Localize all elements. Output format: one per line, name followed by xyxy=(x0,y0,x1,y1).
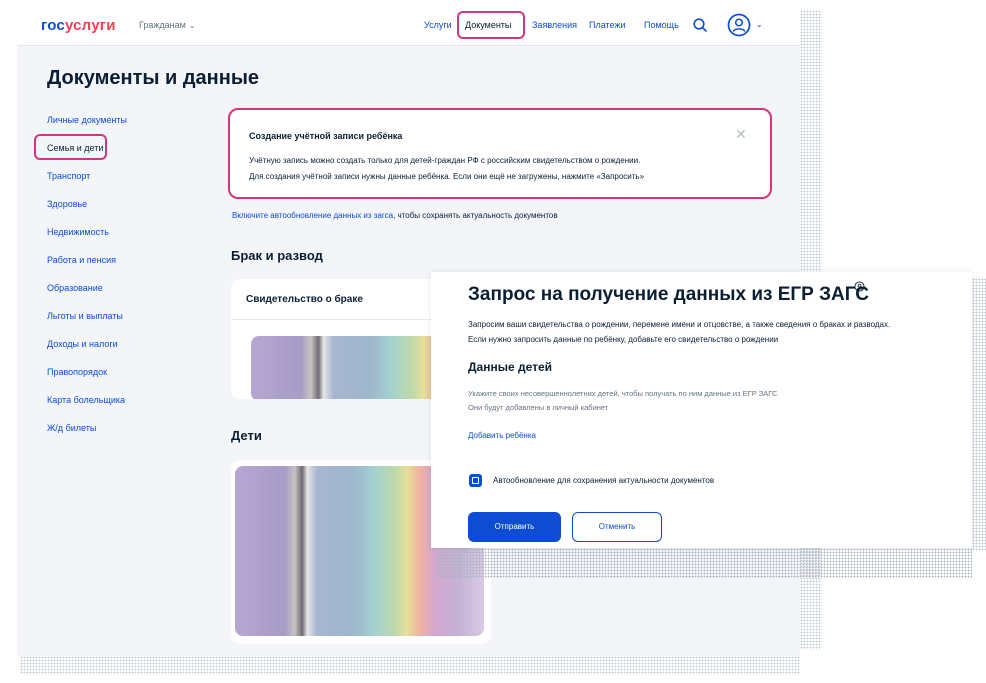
autoupdate-checkbox[interactable] xyxy=(469,474,482,487)
decorative-dots-dialog-right xyxy=(972,278,986,550)
sidebar-item-family[interactable]: Семья и дети xyxy=(47,143,103,153)
autoupdate-text: чтобы сохранять актуальность документов xyxy=(395,211,558,220)
nav-payments[interactable]: Платежи xyxy=(589,20,626,30)
sidebar-item-personal-docs[interactable]: Личные документы xyxy=(47,115,127,125)
children-data-hint-line2: Они будут добавлены в личный кабинет xyxy=(468,403,609,412)
sidebar-item-realty[interactable]: Недвижимость xyxy=(47,227,109,237)
close-icon[interactable]: ✕ xyxy=(735,126,747,143)
section-children-title: Дети xyxy=(231,428,262,443)
page-title: Документы и данные xyxy=(47,67,260,89)
decorative-dots-dialog-bottom xyxy=(436,548,972,578)
dialog-title: Запрос на получение данных из ЕГР ЗАГС xyxy=(468,284,869,305)
search-icon[interactable] xyxy=(692,17,708,33)
marriage-certificate-title: Свидетельство о браке xyxy=(246,294,363,305)
nav-services[interactable]: Услуги xyxy=(424,20,452,30)
logo-part-gos: гос xyxy=(41,17,65,34)
sidebar-item-health[interactable]: Здоровье xyxy=(47,199,87,209)
sidebar-item-transport[interactable]: Транспорт xyxy=(47,171,90,181)
sidebar-item-law[interactable]: Правопорядок xyxy=(47,367,107,377)
sidebar-item-fan-card[interactable]: Карта болельщика xyxy=(47,395,125,405)
sidebar-item-education[interactable]: Образование xyxy=(47,283,103,293)
decorative-dots-bottom xyxy=(20,656,800,674)
sidebar-item-rail-tickets[interactable]: Ж/д билеты xyxy=(47,423,96,433)
cancel-button[interactable]: Отменить xyxy=(572,512,662,542)
autoupdate-hint: Включите автообновление данных из загса,… xyxy=(232,211,558,220)
logo-part-uslugi: услуги xyxy=(64,17,116,34)
dialog-text-line2: Если нужно запросить данные по ребёнку, … xyxy=(468,335,779,344)
section-marriage-title: Брак и развод xyxy=(231,248,323,263)
nav-documents[interactable]: Документы xyxy=(465,20,511,30)
chevron-down-icon: ⌄ xyxy=(188,21,196,30)
submit-button[interactable]: Отправить xyxy=(468,512,561,542)
audience-selector[interactable]: Гражданам ⌄ xyxy=(139,20,196,30)
user-icon[interactable] xyxy=(727,13,751,37)
checkbox-mark xyxy=(473,478,478,483)
gosuslugi-logo[interactable]: госуслуги xyxy=(41,17,116,34)
autoupdate-checkbox-label[interactable]: Автообновление для сохранения актуальнос… xyxy=(493,476,714,485)
child-account-notice: Создание учётной записи ребёнка ✕ Учётну… xyxy=(228,108,772,199)
notice-title: Создание учётной записи ребёнка xyxy=(249,131,403,141)
sidebar-item-taxes[interactable]: Доходы и налоги xyxy=(47,339,118,349)
top-header: госуслуги Гражданам ⌄ Услуги Документы За… xyxy=(17,8,800,46)
dialog-text-line1: Запросим ваши свидетельства о рождении, … xyxy=(468,320,891,329)
autoupdate-link[interactable]: Включите автообновление данных из загса, xyxy=(232,211,395,220)
help-icon[interactable] xyxy=(854,281,865,292)
sidebar-item-benefits[interactable]: Льготы и выплаты xyxy=(47,311,123,321)
nav-applications[interactable]: Заявления xyxy=(532,20,577,30)
audience-label: Гражданам xyxy=(139,20,186,30)
nav-help[interactable]: Помощь xyxy=(644,20,679,30)
notice-text-line2: Для создания учётной записи нужны данные… xyxy=(249,172,645,181)
add-child-link[interactable]: Добавить ребёнка xyxy=(468,431,536,440)
notice-text-line1: Учётную запись можно создать только для … xyxy=(249,156,641,165)
sidebar-item-work[interactable]: Работа и пенсия xyxy=(47,255,116,265)
zags-request-dialog: Запрос на получение данных из ЕГР ЗАГС З… xyxy=(431,272,972,548)
children-data-hint-line1: Укажите своих несовершеннолетних детей, … xyxy=(468,389,778,398)
children-data-subtitle: Данные детей xyxy=(468,360,553,374)
chevron-down-icon[interactable]: ⌄ xyxy=(756,20,763,29)
